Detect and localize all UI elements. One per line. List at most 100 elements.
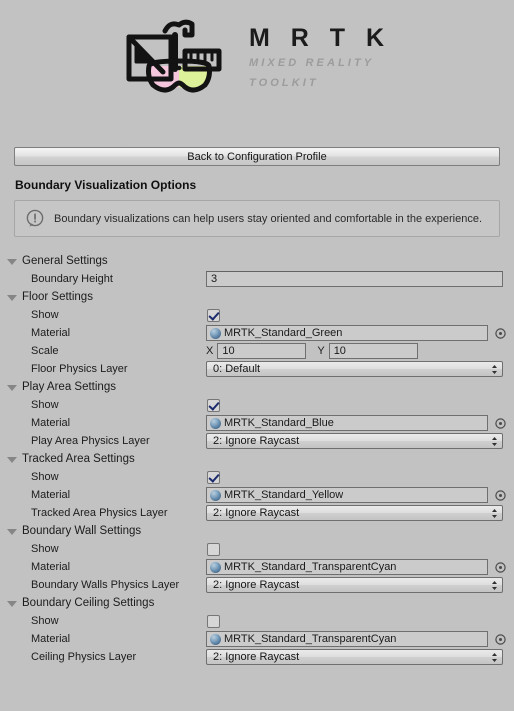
property-row: Boundary Walls Physics Layer 2: Ignore Ra… (0, 576, 514, 594)
foldout-label: Boundary Ceiling Settings (22, 597, 155, 609)
back-to-configuration-profile-button[interactable]: Back to Configuration Profile (14, 147, 500, 166)
checkbox-boundary-wall-settings-show[interactable] (207, 542, 220, 556)
foldout-triangle-icon (7, 600, 17, 607)
property-label: Floor Physics Layer (31, 363, 128, 375)
foldout-triangle-icon (7, 258, 17, 265)
foldout-boundary-wall-settings[interactable]: Boundary Wall Settings (0, 522, 514, 540)
dropdown-value: 2: Ignore Raycast (213, 651, 300, 663)
property-row: Material MRTK_Standard_Blue (0, 414, 514, 432)
field-zone: 2: Ignore Raycast (206, 505, 514, 521)
field-zone: 2: Ignore Raycast (206, 577, 514, 593)
checkbox-boundary-ceiling-settings-show[interactable] (207, 614, 220, 628)
property-label: Material (31, 489, 71, 501)
property-row: Play Area Physics Layer 2: Ignore Raycast (0, 432, 514, 450)
app-header: M R T K MIXED REALITY TOOLKIT (0, 0, 514, 125)
property-row: Scale X 10 Y 10 (0, 342, 514, 360)
wordmark: M R T K MIXED REALITY TOOLKIT (249, 25, 391, 91)
material-field-play-area-settings[interactable]: MRTK_Standard_Blue (206, 415, 488, 431)
field-zone (206, 469, 514, 485)
mrtk-logo-icon (126, 19, 222, 92)
material-sphere-icon (210, 633, 221, 645)
object-picker-icon[interactable] (494, 489, 507, 502)
foldout-label: Boundary Wall Settings (22, 525, 142, 537)
dropdown-floor-physics-layer[interactable]: 0: Default (206, 361, 503, 377)
property-label: Material (31, 633, 71, 645)
foldout-triangle-icon (7, 528, 17, 535)
foldout-triangle-icon (7, 456, 17, 463)
property-label: Tracked Area Physics Layer (31, 507, 168, 519)
field-zone: MRTK_Standard_TransparentCyan (206, 559, 514, 575)
property-row: Floor Physics Layer 0: Default (0, 360, 514, 378)
foldout-play-area-settings[interactable]: Play Area Settings (0, 378, 514, 396)
wordmark-tagline-line2: TOOLKIT (248, 76, 319, 89)
dropdown-tracked-area-physics-layer[interactable]: 2: Ignore Raycast (206, 505, 503, 521)
dropdown-updown-arrow-icon (492, 364, 497, 374)
field-zone: 3 (206, 271, 514, 287)
foldout-floor-settings[interactable]: Floor Settings (0, 288, 514, 306)
property-label: Material (31, 561, 71, 573)
object-picker-icon[interactable] (494, 417, 507, 430)
field-zone (206, 541, 514, 557)
scale-x-label: X (206, 345, 214, 357)
dropdown-ceiling-physics-layer[interactable]: 2: Ignore Raycast (206, 649, 503, 665)
property-label: Show (31, 543, 59, 555)
scale-y-input[interactable]: 10 (328, 343, 418, 359)
foldout-boundary-ceiling-settings[interactable]: Boundary Ceiling Settings (0, 594, 514, 612)
object-picker-icon[interactable] (494, 561, 507, 574)
field-zone: 0: Default (206, 361, 514, 377)
property-row: Ceiling Physics Layer 2: Ignore Raycast (0, 648, 514, 666)
scale-x-input[interactable]: 10 (217, 343, 307, 359)
material-name: MRTK_Standard_TransparentCyan (224, 561, 397, 573)
property-row: Material MRTK_Standard_TransparentCyan (0, 630, 514, 648)
property-label: Boundary Height (31, 273, 113, 285)
field-zone: MRTK_Standard_Blue (206, 415, 514, 431)
dropdown-play-area-physics-layer[interactable]: 2: Ignore Raycast (206, 433, 503, 449)
foldout-general-settings[interactable]: General Settings (0, 252, 514, 270)
property-row: Show (0, 396, 514, 414)
property-label: Material (31, 327, 71, 339)
property-row: Show (0, 468, 514, 486)
material-field-floor-settings[interactable]: MRTK_Standard_Green (206, 325, 488, 341)
field-zone (206, 613, 514, 629)
field-zone: 2: Ignore Raycast (206, 433, 514, 449)
property-row: Material MRTK_Standard_Green (0, 324, 514, 342)
text-input-boundary-height[interactable]: 3 (206, 271, 503, 287)
dropdown-updown-arrow-icon (492, 580, 497, 590)
checkbox-tracked-area-settings-show[interactable] (207, 470, 220, 484)
field-zone (206, 397, 514, 413)
property-label: Show (31, 309, 59, 321)
dropdown-boundary-walls-physics-layer[interactable]: 2: Ignore Raycast (206, 577, 503, 593)
material-field-tracked-area-settings[interactable]: MRTK_Standard_Yellow (206, 487, 488, 503)
property-label: Ceiling Physics Layer (31, 651, 137, 663)
object-picker-icon[interactable] (494, 327, 507, 340)
checkbox-play-area-settings-show[interactable] (207, 398, 220, 412)
property-label: Show (31, 615, 59, 627)
property-row: Material MRTK_Standard_Yellow (0, 486, 514, 504)
scale-y-label: Y (317, 345, 325, 357)
property-row: Show (0, 540, 514, 558)
dropdown-value: 2: Ignore Raycast (213, 435, 300, 447)
wordmark-tagline-line1: MIXED REALITY (248, 56, 375, 69)
field-zone: 2: Ignore Raycast (206, 649, 514, 665)
property-row: Tracked Area Physics Layer 2: Ignore Rayc… (0, 504, 514, 522)
help-box: Boundary visualizations can help users s… (14, 200, 500, 237)
property-row: Show (0, 306, 514, 324)
foldout-label: Tracked Area Settings (22, 453, 135, 465)
foldout-tracked-area-settings[interactable]: Tracked Area Settings (0, 450, 514, 468)
material-field-boundary-wall-settings[interactable]: MRTK_Standard_TransparentCyan (206, 559, 488, 575)
material-field-boundary-ceiling-settings[interactable]: MRTK_Standard_TransparentCyan (206, 631, 488, 647)
object-picker-icon[interactable] (494, 633, 507, 646)
property-label: Material (31, 417, 71, 429)
checkbox-floor-settings-show[interactable] (207, 308, 220, 322)
foldout-triangle-icon (7, 294, 17, 301)
dropdown-updown-arrow-icon (492, 652, 497, 662)
dropdown-value: 2: Ignore Raycast (213, 507, 300, 519)
property-label: Boundary Walls Physics Layer (31, 579, 180, 591)
material-sphere-icon (210, 489, 221, 501)
field-zone: MRTK_Standard_Green (206, 325, 514, 341)
help-message: Boundary visualizations can help users s… (54, 212, 483, 225)
info-exclamation-icon (26, 209, 44, 227)
property-label: Show (31, 471, 59, 483)
property-label: Play Area Physics Layer (31, 435, 150, 447)
dropdown-updown-arrow-icon (492, 508, 497, 518)
